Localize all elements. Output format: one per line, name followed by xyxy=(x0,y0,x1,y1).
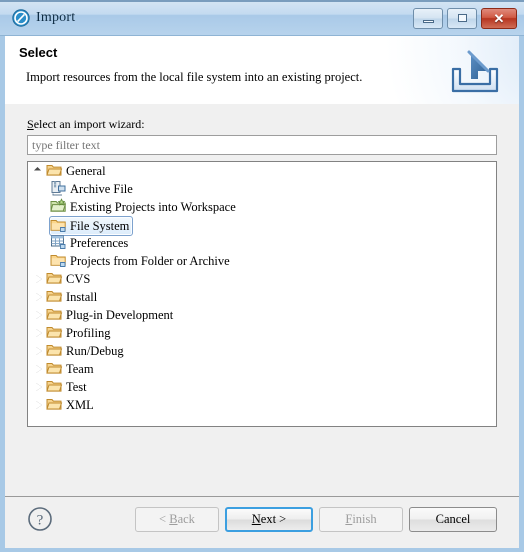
tree-item-team[interactable]: Team xyxy=(28,360,496,378)
tree-item-label: Profiling xyxy=(66,326,111,340)
dialog-header: Select Import resources from the local f… xyxy=(5,36,519,105)
eclipse-icon xyxy=(12,9,30,27)
tree-item-content[interactable]: Projects from Folder or Archive xyxy=(49,252,234,270)
expand-arrow-icon[interactable] xyxy=(32,342,46,360)
minimize-button[interactable] xyxy=(413,8,443,29)
tree-item-run-debug[interactable]: Run/Debug xyxy=(28,342,496,360)
filter-label-mnemonic: S xyxy=(27,117,34,131)
folder-open-icon xyxy=(46,162,63,178)
tree-item-label: Plug-in Development xyxy=(66,308,174,322)
tree-item-plug-in-development[interactable]: Plug-in Development xyxy=(28,306,496,324)
expand-arrow-icon[interactable] xyxy=(32,360,46,378)
tree-item-label: Projects from Folder or Archive xyxy=(70,254,230,268)
page-description: Import resources from the local file sys… xyxy=(26,70,363,84)
import-wizard-tree[interactable]: General Archive File Existing Projects int… xyxy=(27,161,497,427)
folder-icon xyxy=(50,252,67,268)
import-dialog-window: Import ✕ Select Import resources from th… xyxy=(0,0,524,552)
filter-label-rest: elect an import wizard: xyxy=(33,117,145,131)
tree-item-label: Install xyxy=(66,290,98,304)
tree-item-content[interactable]: Plug-in Development xyxy=(45,306,177,324)
tree-item-profiling[interactable]: Profiling xyxy=(28,324,496,342)
dialog-button-bar: ? < Back Next > Finish Cancel xyxy=(5,496,519,548)
tree-item-content[interactable]: Install xyxy=(45,288,101,306)
tree-item-general[interactable]: General xyxy=(28,162,496,180)
tree-item-label: Run/Debug xyxy=(66,344,124,358)
folder-open-icon xyxy=(46,360,63,376)
tree-item-cvs[interactable]: CVS xyxy=(28,270,496,288)
tree-item-label: Team xyxy=(66,362,94,376)
folder-open-icon xyxy=(46,342,63,358)
cancel-button[interactable]: Cancel xyxy=(409,507,497,532)
expand-arrow-icon[interactable] xyxy=(32,378,46,396)
tree-item-label: Test xyxy=(66,380,87,394)
tree-item-content[interactable]: Test xyxy=(45,378,91,396)
folder-open-icon xyxy=(46,378,63,394)
tree-item-label: File System xyxy=(70,219,130,233)
dialog-body: Select an import wizard: General Archive … xyxy=(5,104,519,496)
folder-open-icon xyxy=(46,288,63,304)
tree-item-label: XML xyxy=(66,398,94,412)
tree-item-content[interactable]: Archive File xyxy=(49,180,137,198)
tree-item-content[interactable]: Existing Projects into Workspace xyxy=(49,198,240,216)
tree-item-preferences[interactable]: Preferences xyxy=(28,234,496,252)
tree-item-content[interactable]: CVS xyxy=(45,270,94,288)
expand-arrow-icon[interactable] xyxy=(32,324,46,342)
tree-item-label: CVS xyxy=(66,272,91,286)
tree-item-label: Archive File xyxy=(70,182,133,196)
tree-item-content[interactable]: XML xyxy=(45,396,98,414)
preferences-table-icon xyxy=(50,234,67,250)
filter-input[interactable] xyxy=(27,135,497,155)
expand-arrow-icon[interactable] xyxy=(32,270,46,288)
tree-item-xml[interactable]: XML xyxy=(28,396,496,414)
svg-text:?: ? xyxy=(37,513,44,529)
folder-icon xyxy=(50,217,67,233)
folder-open-icon xyxy=(46,396,63,412)
tree-item-content[interactable]: Preferences xyxy=(49,234,132,252)
collapse-arrow-icon[interactable] xyxy=(32,162,46,180)
expand-arrow-icon[interactable] xyxy=(32,306,46,324)
existing-projects-icon xyxy=(50,198,67,214)
archive-file-icon xyxy=(50,180,67,196)
tree-item-label: Preferences xyxy=(70,236,129,250)
tree-item-test[interactable]: Test xyxy=(28,378,496,396)
expand-arrow-icon[interactable] xyxy=(32,396,46,414)
tree-item-label: Existing Projects into Workspace xyxy=(70,200,236,214)
next-button[interactable]: Next > xyxy=(225,507,313,532)
tree-item-content[interactable]: File System xyxy=(49,216,134,236)
folder-open-icon xyxy=(46,270,63,286)
finish-button[interactable]: Finish xyxy=(319,507,403,532)
tree-item-projects-from-folder-or-archive[interactable]: Projects from Folder or Archive xyxy=(28,252,496,270)
tree-item-content[interactable]: Profiling xyxy=(45,324,114,342)
tree-item-content[interactable]: Run/Debug xyxy=(45,342,128,360)
filter-label: Select an import wizard: xyxy=(27,117,145,132)
folder-open-icon xyxy=(46,324,63,340)
tree-item-archive-file[interactable]: Archive File xyxy=(28,180,496,198)
title-bar: Import ✕ xyxy=(0,2,524,36)
close-button[interactable]: ✕ xyxy=(481,8,517,29)
import-arrow-into-tray-icon xyxy=(445,47,505,97)
help-question-icon[interactable]: ? xyxy=(27,506,53,532)
expand-arrow-icon[interactable] xyxy=(32,288,46,306)
tree-item-content[interactable]: General xyxy=(45,162,110,180)
window-title: Import xyxy=(36,10,76,25)
tree-item-existing-projects-into-workspace[interactable]: Existing Projects into Workspace xyxy=(28,198,496,216)
page-title: Select xyxy=(19,45,58,60)
maximize-button[interactable] xyxy=(447,8,477,29)
tree-item-content[interactable]: Team xyxy=(45,360,98,378)
tree-item-install[interactable]: Install xyxy=(28,288,496,306)
back-button[interactable]: < Back xyxy=(135,507,219,532)
tree-item-file-system[interactable]: File System xyxy=(28,216,496,236)
folder-open-icon xyxy=(46,306,63,322)
tree-item-label: General xyxy=(66,164,106,178)
